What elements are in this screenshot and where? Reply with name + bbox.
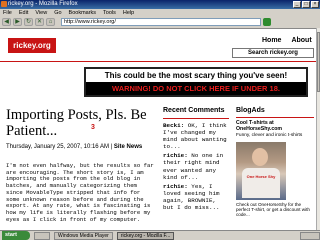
menu-bookmarks[interactable]: Bookmarks (69, 9, 97, 17)
banner-line-2: WARNING! DO NOT CLICK HERE IF UNDER 18. (86, 82, 306, 95)
menu-bar: File Edit View Go Bookmarks Tools Help (0, 9, 320, 17)
reload-icon[interactable]: ↻ (24, 18, 33, 26)
nav-home[interactable]: Home (262, 37, 281, 44)
recent-comments-section: Recent Comments Becki: OK, I think I've … (163, 107, 229, 213)
ad-promo-text: Check out OneHorseShy for the perfect T-… (236, 201, 310, 218)
header-divider (0, 61, 316, 62)
site-nav: Home About (262, 37, 312, 44)
back-icon[interactable]: ◀ (2, 18, 11, 26)
post-category[interactable]: Site News (114, 144, 142, 150)
page-content: rickey.org Home About Search rickey.org … (0, 28, 316, 230)
navigation-toolbar: ◀ ▶ ↻ ✕ ⌂ http://www.rickey.org/ (0, 17, 320, 27)
person-head (252, 147, 268, 166)
post-title[interactable]: Importing Posts, Pls. Be Patient... (6, 107, 156, 139)
list-item[interactable]: Becki: OK, I think I've changed my mind … (163, 122, 229, 150)
comment-count[interactable]: 3 (91, 124, 95, 131)
ad-banner[interactable]: This could be the most scary thing you'v… (84, 67, 308, 97)
start-button[interactable]: start (2, 231, 30, 240)
system-tray (300, 231, 320, 240)
close-button[interactable]: × (311, 1, 319, 8)
menu-tools[interactable]: Tools (103, 9, 116, 17)
ad-title[interactable]: Cool T-shirts at OneHorseShy.com (236, 120, 314, 132)
menu-view[interactable]: View (35, 9, 47, 17)
section-divider (163, 118, 229, 119)
window-controls: _ □ × (293, 1, 319, 8)
taskbar-item-firefox[interactable]: rickey.org - Mozilla F... (116, 231, 175, 240)
go-button[interactable] (263, 18, 271, 26)
comment-author: Becki: (163, 122, 185, 129)
taskbar-item-media-player[interactable]: Windows Media Player (54, 231, 113, 240)
title-bar: rickey.org - Mozilla Firefox _ □ × (0, 0, 320, 9)
list-item[interactable]: richie: No one in their right mind ever … (163, 152, 229, 180)
browser-window: rickey.org - Mozilla Firefox _ □ × File … (0, 0, 320, 240)
banner-line-1: This could be the most scary thing you'v… (104, 71, 288, 80)
section-divider (236, 117, 314, 118)
ad-description: Funny, clever and ironic t-shirts (236, 133, 303, 138)
blogads-heading: BlogAds (236, 107, 265, 114)
address-bar[interactable]: http://www.rickey.org/ (61, 18, 261, 26)
post-meta: Thursday, January 25, 2007, 10:16 AM | S… (6, 143, 156, 151)
stop-icon[interactable]: ✕ (35, 18, 44, 26)
forward-icon[interactable]: ▶ (13, 18, 22, 26)
ad-photo[interactable]: One Horse Shy (236, 141, 286, 200)
maximize-button[interactable]: □ (302, 1, 310, 8)
post-body: I'm not even halfway, but the results so… (6, 162, 154, 223)
post-date: Thursday, January 25, 2007, 10:16 AM (6, 144, 109, 150)
tshirt-text: One Horse Shy (246, 173, 276, 179)
blogads-section: BlogAds Cool T-shirts at OneHorseShy.com… (236, 107, 314, 218)
comment-author: richie: (163, 152, 188, 160)
comment-author: richie: (163, 182, 188, 190)
window-title: rickey.org - Mozilla Firefox (8, 1, 78, 7)
vertical-scrollbar[interactable] (316, 28, 320, 230)
minimize-button[interactable]: _ (293, 1, 301, 8)
menu-go[interactable]: Go (54, 9, 61, 17)
list-item[interactable]: richie: Yes, I loved seeing him again, B… (163, 183, 229, 211)
menu-help[interactable]: Help (123, 9, 134, 17)
firefox-icon (1, 1, 7, 7)
tshirt-shape (242, 167, 280, 198)
menu-file[interactable]: File (3, 9, 12, 17)
nav-about[interactable]: About (291, 37, 311, 44)
meta-separator: | (110, 144, 113, 150)
taskbar: start Windows Media Player rickey.org - … (0, 230, 320, 240)
home-icon[interactable]: ⌂ (46, 18, 55, 26)
taskbar-item[interactable] (34, 231, 50, 240)
recent-comments-heading: Recent Comments (163, 107, 225, 114)
site-logo[interactable]: rickey.org (8, 38, 56, 53)
menu-edit[interactable]: Edit (19, 9, 28, 17)
comment-list: Becki: OK, I think I've changed my mind … (163, 122, 229, 211)
search-button[interactable]: Search rickey.org (232, 48, 314, 58)
